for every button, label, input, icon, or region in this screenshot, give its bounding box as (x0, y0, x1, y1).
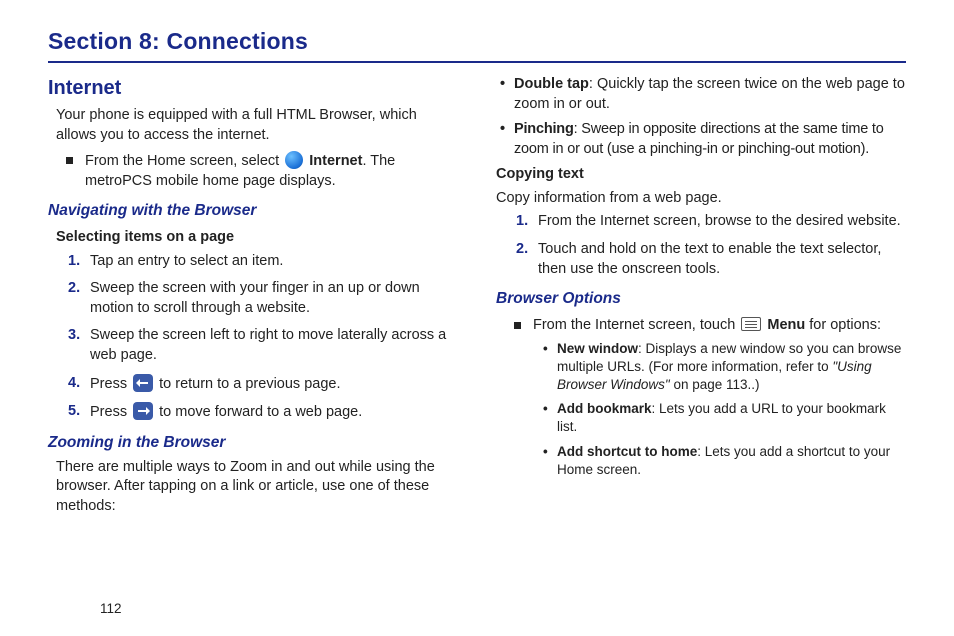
double-tap-item: •Double tap: Quickly tap the screen twic… (500, 75, 906, 114)
step-3: 3.Sweep the screen left to right to move… (68, 326, 458, 365)
menu-step-body: From the Internet screen, touch Menu for… (533, 316, 906, 485)
bullet-icon: • (543, 443, 557, 479)
step-text: From the Internet screen, browse to the … (538, 212, 901, 232)
step-number: 2. (68, 279, 90, 318)
internet-heading: Internet (48, 75, 458, 102)
new-window-tail: on page 113..) (670, 377, 760, 392)
home-screen-step: From the Home screen, select Internet. T… (66, 151, 458, 191)
pinching-label: Pinching (514, 121, 574, 137)
step-text: Tap an entry to select an item. (90, 252, 283, 272)
item-text: Add bookmark: Lets you add a URL to your… (557, 400, 906, 436)
menu-post: for options: (805, 317, 881, 333)
copying-steps-list: 1.From the Internet screen, browse to th… (516, 212, 906, 279)
bullet-icon: • (500, 75, 514, 114)
add-bookmark-item: •Add bookmark: Lets you add a URL to you… (543, 400, 906, 436)
square-bullet-icon (514, 322, 521, 329)
copy-step-2: 2.Touch and hold on the text to enable t… (516, 240, 906, 279)
globe-icon (285, 151, 303, 169)
add-shortcut-item: •Add shortcut to home: Lets you add a sh… (543, 443, 906, 479)
page-number: 112 (100, 601, 122, 616)
zooming-intro: There are multiple ways to Zoom in and o… (56, 458, 458, 517)
step-number: 1. (516, 212, 538, 232)
new-window-label: New window (557, 341, 638, 356)
menu-options-list: •New window: Displays a new window so yo… (543, 340, 906, 480)
bullet-icon: • (543, 400, 557, 436)
double-tap-label: Double tap (514, 76, 589, 92)
back-icon (133, 374, 153, 392)
zoom-methods-list: •Double tap: Quickly tap the screen twic… (500, 75, 906, 159)
copying-text-intro: Copy information from a web page. (496, 189, 906, 209)
internet-intro: Your phone is equipped with a full HTML … (56, 106, 458, 145)
bullet-icon: • (500, 120, 514, 159)
section-title: Section 8: Connections (48, 28, 906, 55)
navigating-heading: Navigating with the Browser (48, 201, 458, 222)
home-step-pre: From the Home screen, select (85, 153, 283, 169)
step-text: Touch and hold on the text to enable the… (538, 240, 906, 279)
menu-step: From the Internet screen, touch Menu for… (514, 316, 906, 485)
step-number: 1. (68, 252, 90, 272)
left-column: Internet Your phone is equipped with a f… (48, 75, 458, 522)
section-divider (48, 61, 906, 63)
internet-app-name: Internet (309, 153, 362, 169)
zooming-heading: Zooming in the Browser (48, 433, 458, 454)
menu-icon (741, 317, 761, 331)
item-text: Pinching: Sweep in opposite directions a… (514, 120, 906, 159)
right-column: •Double tap: Quickly tap the screen twic… (496, 75, 906, 522)
step-number: 2. (516, 240, 538, 279)
new-window-item: •New window: Displays a new window so yo… (543, 340, 906, 395)
selecting-heading: Selecting items on a page (56, 228, 458, 248)
square-bullet-icon (66, 157, 73, 164)
bullet-icon: • (543, 340, 557, 395)
menu-pre: From the Internet screen, touch (533, 317, 739, 333)
content-columns: Internet Your phone is equipped with a f… (48, 75, 906, 522)
menu-step-text: From the Internet screen, touch Menu for… (533, 316, 906, 336)
step-1: 1.Tap an entry to select an item. (68, 252, 458, 272)
step-number: 5. (68, 402, 90, 423)
step-2: 2.Sweep the screen with your finger in a… (68, 279, 458, 318)
copying-text-heading: Copying text (496, 165, 906, 185)
step-number: 3. (68, 326, 90, 365)
step-number: 4. (68, 374, 90, 395)
selecting-steps-list: 1.Tap an entry to select an item. 2.Swee… (68, 252, 458, 423)
menu-label: Menu (767, 317, 805, 333)
step5-post: to move forward to a web page. (155, 404, 362, 420)
step4-post: to return to a previous page. (155, 376, 340, 392)
item-text: New window: Displays a new window so you… (557, 340, 906, 395)
step-5: 5.Press to move forward to a web page. (68, 402, 458, 423)
add-bookmark-label: Add bookmark (557, 401, 652, 416)
step-text: Sweep the screen left to right to move l… (90, 326, 458, 365)
home-step-text: From the Home screen, select Internet. T… (85, 151, 458, 191)
item-text: Add shortcut to home: Lets you add a sho… (557, 443, 906, 479)
step-text: Press to return to a previous page. (90, 374, 341, 395)
add-shortcut-label: Add shortcut to home (557, 444, 697, 459)
step-text: Press to move forward to a web page. (90, 402, 362, 423)
item-text: Double tap: Quickly tap the screen twice… (514, 75, 906, 114)
step4-pre: Press (90, 376, 131, 392)
step-4: 4.Press to return to a previous page. (68, 374, 458, 395)
browser-options-heading: Browser Options (496, 289, 906, 310)
step-text: Sweep the screen with your finger in an … (90, 279, 458, 318)
copy-step-1: 1.From the Internet screen, browse to th… (516, 212, 906, 232)
pinching-item: •Pinching: Sweep in opposite directions … (500, 120, 906, 159)
step5-pre: Press (90, 404, 131, 420)
forward-icon (133, 402, 153, 420)
